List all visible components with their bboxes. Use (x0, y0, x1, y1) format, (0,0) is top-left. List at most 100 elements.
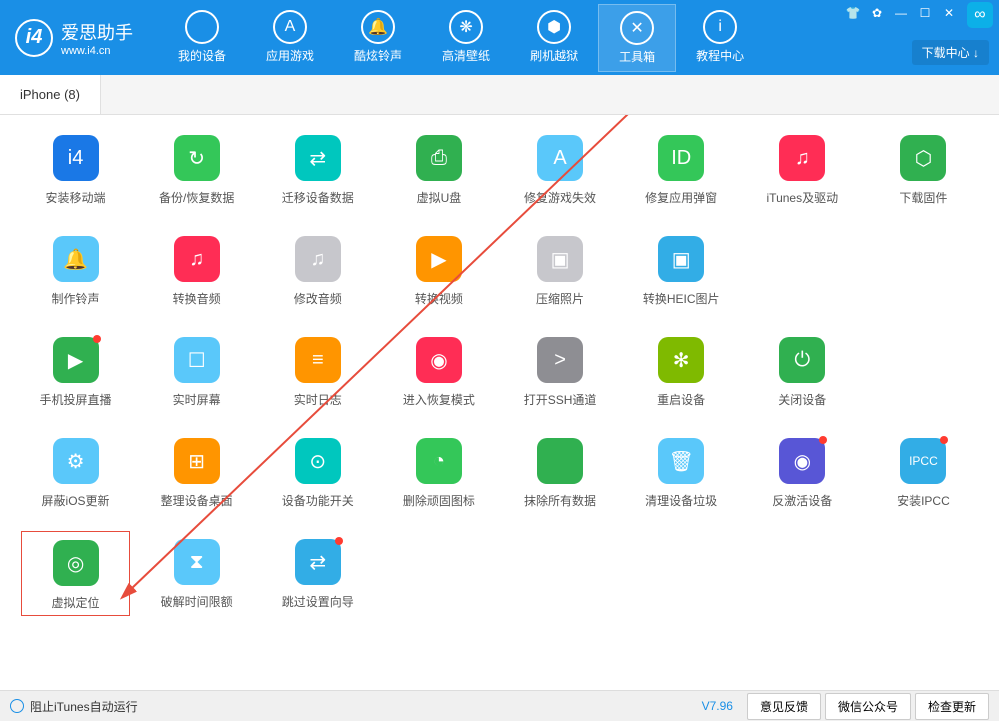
tool-item[interactable]: ▶转换视频 (388, 236, 489, 307)
nav-icon: 🔔 (361, 10, 395, 44)
tool-item[interactable]: ⇄ 跳过设置向导 (267, 539, 368, 612)
tool-item[interactable]: 🗑清理设备垃圾 (631, 438, 732, 509)
tool-icon: ≡ (295, 337, 341, 383)
update-button[interactable]: 检查更新 (915, 693, 989, 720)
tool-grid: i4 安装移动端 ↻备份/恢复数据 ⇄迁移设备数据 ⎙虚拟U盘 A修复游戏失效 ID修复应用… (25, 135, 974, 612)
nav-icon: ⬢ (537, 10, 571, 44)
tool-label: iTunes及驱动 (767, 189, 839, 206)
tool-label: 清理设备垃圾 (645, 492, 717, 509)
link-icon[interactable]: ∞ (967, 2, 993, 28)
tool-label: 破解时间限额 (161, 593, 233, 610)
tool-item[interactable]: ID修复应用弹窗 (631, 135, 732, 206)
tool-item[interactable]: ▣压缩照片 (510, 236, 611, 307)
wechat-button[interactable]: 微信公众号 (825, 693, 911, 720)
tool-icon: ♫ (295, 236, 341, 282)
tool-label: 修改音频 (294, 290, 342, 307)
settings-icon[interactable]: ✿ (867, 3, 887, 23)
footer-right: V7.96 意见反馈 微信公众号 检查更新 (702, 693, 989, 720)
tool-item[interactable]: ◉ 进入恢复模式 (388, 337, 489, 408)
nav-item-2[interactable]: 🔔酷炫铃声 (334, 4, 422, 72)
app-title: 爱思助手 (61, 19, 133, 45)
tool-label: 跳过设置向导 (282, 593, 354, 610)
tool-label: 屏蔽iOS更新 (42, 492, 110, 509)
nav-item-5[interactable]: ✕工具箱 (598, 4, 676, 72)
tool-icon: ⊙ (295, 438, 341, 484)
tool-item[interactable]: i4 安装移动端 (25, 135, 126, 206)
tool-label: 手机投屏直播 (40, 391, 112, 408)
logo: i4 爱思助手 www.i4.cn (15, 19, 133, 57)
nav-item-0[interactable]: 我的设备 (158, 4, 246, 72)
tool-item[interactable]: ♫ 修改音频 (267, 236, 368, 307)
nav-item-1[interactable]: A应用游戏 (246, 4, 334, 72)
nav-icon: i (703, 10, 737, 44)
circle-icon (10, 699, 24, 713)
tool-item[interactable]: ♫转换音频 (146, 236, 247, 307)
tool-icon: ◉ (416, 337, 462, 383)
download-center-button[interactable]: 下载中心 ↓ (912, 40, 989, 65)
tool-item[interactable]: ⧗破解时间限额 (146, 539, 247, 612)
tool-label: 反激活设备 (772, 492, 832, 509)
footer-left[interactable]: 阻止iTunes自动运行 (10, 698, 702, 715)
tool-icon: ⏻ (779, 337, 825, 383)
tool-item[interactable]: ▶手机投屏直播 (25, 337, 126, 408)
tool-label: 实时日志 (294, 391, 342, 408)
tool-item[interactable]: ♫ iTunes及驱动 (752, 135, 853, 206)
tool-label: 安装IPCC (897, 492, 950, 509)
tool-icon: ▣ (658, 236, 704, 282)
maximize-icon[interactable]: ☐ (915, 3, 935, 23)
feedback-button[interactable]: 意见反馈 (747, 693, 821, 720)
tool-icon: ☐ (174, 337, 220, 383)
tshirt-icon[interactable]: 👕 (843, 3, 863, 23)
tool-label: 设备功能开关 (282, 492, 354, 509)
tool-label: 关闭设备 (778, 391, 826, 408)
tool-item[interactable]: 🔔制作铃声 (25, 236, 126, 307)
tool-item[interactable]: ◉ 反激活设备 (752, 438, 853, 509)
tool-item[interactable]: ⚙屏蔽iOS更新 (25, 438, 126, 509)
tool-item[interactable]: ⎙虚拟U盘 (388, 135, 489, 206)
tool-icon: ◉ (779, 438, 825, 484)
nav-label: 工具箱 (619, 48, 655, 65)
tool-icon: i4 (53, 135, 99, 181)
tool-item[interactable]: ⬡下载固件 (873, 135, 974, 206)
tool-icon: ⇄ (295, 539, 341, 585)
tool-item[interactable]: ☐ 实时屏幕 (146, 337, 247, 408)
tool-icon: ⇄ (295, 135, 341, 181)
tool-icon: A (537, 135, 583, 181)
tool-icon: ♫ (779, 135, 825, 181)
tool-label: 实时屏幕 (173, 391, 221, 408)
tool-label: 安装移动端 (46, 189, 106, 206)
tool-item[interactable]: 抹除所有数据 (510, 438, 611, 509)
version-label: V7.96 (702, 699, 733, 713)
tool-item[interactable]: ↻备份/恢复数据 (146, 135, 247, 206)
tool-item[interactable]: ⊞整理设备桌面 (146, 438, 247, 509)
tool-item[interactable]: ◎虚拟定位 (21, 531, 130, 616)
tool-label: 进入恢复模式 (403, 391, 475, 408)
tool-icon: > (537, 337, 583, 383)
tool-item[interactable]: ⇄迁移设备数据 (267, 135, 368, 206)
tool-item[interactable]: ≡ 实时日志 (267, 337, 368, 408)
nav-icon (185, 10, 219, 44)
tool-item[interactable]: ⊙ 设备功能开关 (267, 438, 368, 509)
tool-item[interactable]: ⏻ 关闭设备 (752, 337, 853, 408)
tool-item[interactable]: A修复游戏失效 (510, 135, 611, 206)
nav-label: 刷机越狱 (530, 47, 578, 64)
tool-label: 压缩照片 (536, 290, 584, 307)
tool-item[interactable]: ▣转换HEIC图片 (631, 236, 732, 307)
tool-item[interactable]: >打开SSH通道 (510, 337, 611, 408)
nav-item-6[interactable]: i教程中心 (676, 4, 764, 72)
tool-label: 重启设备 (657, 391, 705, 408)
tool-item[interactable]: ✻重启设备 (631, 337, 732, 408)
tool-label: 转换视频 (415, 290, 463, 307)
tool-item[interactable]: ◔删除顽固图标 (388, 438, 489, 509)
nav-item-3[interactable]: ❋高清壁纸 (422, 4, 510, 72)
content: i4 安装移动端 ↻备份/恢复数据 ⇄迁移设备数据 ⎙虚拟U盘 A修复游戏失效 ID修复应用… (0, 115, 999, 690)
tool-icon: ◔ (416, 438, 462, 484)
close-icon[interactable]: ✕ (939, 3, 959, 23)
tool-icon: IPCC (900, 438, 946, 484)
tool-item[interactable]: IPCC 安装IPCC (873, 438, 974, 509)
logo-text: 爱思助手 www.i4.cn (61, 19, 133, 57)
tab-bar: iPhone (8) (0, 75, 999, 115)
nav-item-4[interactable]: ⬢ 刷机越狱 (510, 4, 598, 72)
tab-device[interactable]: iPhone (8) (0, 75, 101, 114)
minimize-icon[interactable]: — (891, 3, 911, 23)
